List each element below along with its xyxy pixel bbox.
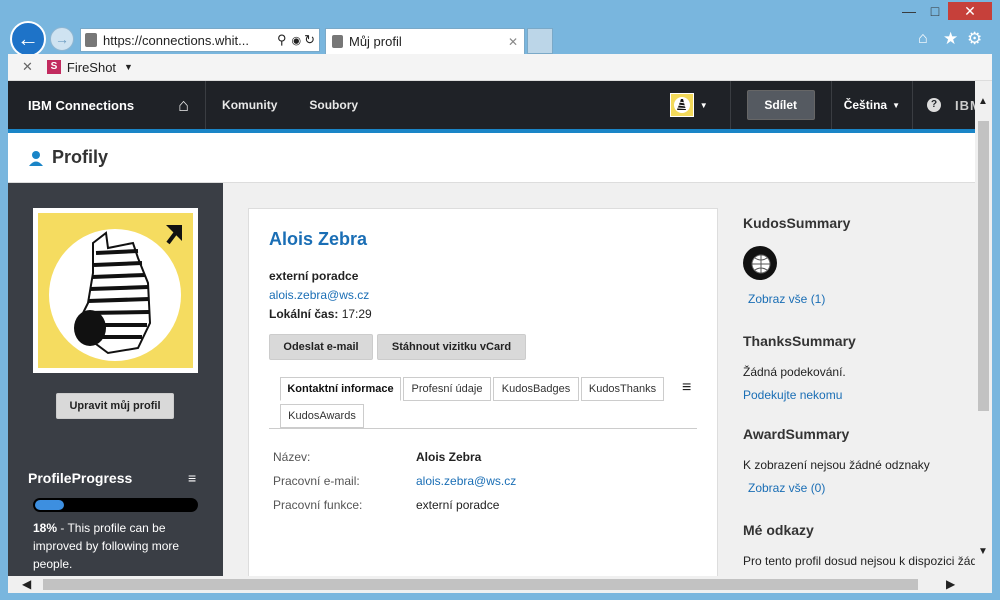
search-icon[interactable]: ⚲ bbox=[277, 32, 287, 48]
kudos-summary-title: KudosSummary bbox=[743, 215, 851, 231]
home-icon[interactable]: ⌂ bbox=[918, 30, 928, 48]
maximize-button[interactable]: □ bbox=[921, 2, 949, 20]
local-time-value: 17:29 bbox=[341, 307, 372, 321]
forward-arrow-icon: → bbox=[55, 31, 69, 47]
tab-title: Můj profil bbox=[349, 34, 402, 49]
tab-kudos-thanks[interactable]: KudosThanks bbox=[581, 377, 664, 401]
thanks-link[interactable]: Podekujte nekomu bbox=[743, 388, 842, 402]
page-header: Profily bbox=[8, 133, 975, 183]
brand[interactable]: IBM Connections bbox=[28, 98, 134, 113]
page-icon bbox=[332, 35, 343, 48]
minimize-button[interactable]: — bbox=[895, 2, 923, 20]
close-toolbar-icon[interactable]: ✕ bbox=[22, 59, 33, 75]
new-tab-button[interactable] bbox=[527, 28, 553, 54]
thanks-summary-title: ThanksSummary bbox=[743, 333, 856, 349]
local-time-label: Lokální čas: bbox=[269, 307, 339, 321]
close-window-button[interactable]: ✕ bbox=[948, 2, 992, 20]
chevron-down-icon[interactable]: ▼ bbox=[124, 62, 133, 72]
field-value-name: Alois Zebra bbox=[416, 450, 482, 464]
tab-contact-info[interactable]: Kontaktní informace bbox=[280, 377, 401, 401]
favorites-star-icon[interactable]: ★ bbox=[943, 29, 958, 49]
my-links-text: Pro tento profil dosud nejsou k dispozic… bbox=[743, 554, 975, 568]
home-nav-icon[interactable]: ⌂ bbox=[162, 81, 207, 129]
url-text[interactable]: https://connections.whit... bbox=[103, 33, 275, 48]
field-value-email[interactable]: alois.zebra@ws.cz bbox=[416, 474, 516, 488]
nav-communities[interactable]: Komunity bbox=[206, 81, 293, 129]
progress-bar-fill bbox=[35, 500, 64, 510]
progress-percent: 18% bbox=[33, 521, 58, 535]
profile-role: externí poradce bbox=[269, 269, 359, 283]
browser-window: — □ ✕ ← → https://connections.whit... ⚲ … bbox=[0, 0, 1000, 600]
profile-card: Alois Zebra externí poradce alois.zebra@… bbox=[248, 208, 718, 576]
tabs-divider bbox=[269, 428, 697, 429]
thanks-text: Žádná podekování. bbox=[743, 365, 846, 379]
menu-icon[interactable]: ≡ bbox=[188, 470, 196, 486]
person-icon bbox=[29, 150, 43, 166]
scroll-up-icon[interactable]: ▲ bbox=[978, 96, 988, 107]
zebra-icon bbox=[673, 97, 690, 113]
tab-professional[interactable]: Profesní údaje bbox=[403, 377, 491, 401]
fireshot-label[interactable]: FireShot bbox=[67, 60, 116, 75]
zebra-photo-icon bbox=[49, 225, 182, 361]
back-arrow-icon: ← bbox=[17, 26, 39, 51]
left-sidebar: Upravit můj profil ProfileProgress ≡ 18%… bbox=[8, 183, 223, 576]
share-button[interactable]: Sdílet bbox=[746, 90, 815, 120]
settings-gear-icon[interactable]: ⚙ bbox=[967, 29, 982, 49]
scroll-left-icon[interactable]: ◀ bbox=[22, 577, 31, 591]
scroll-right-icon[interactable]: ▶ bbox=[946, 577, 955, 591]
progress-description: 18% - This profile can be improved by fo… bbox=[33, 519, 203, 573]
local-time: Lokální čas: 17:29 bbox=[269, 307, 372, 321]
my-links-title: Mé odkazy bbox=[743, 522, 814, 538]
language-selector[interactable]: Čeština bbox=[844, 98, 887, 112]
field-value-job: externí poradce bbox=[416, 498, 500, 512]
refresh-icon[interactable]: ↻ bbox=[304, 32, 315, 48]
globe-icon bbox=[751, 254, 771, 274]
command-bar: ✕ S FireShot ▼ bbox=[8, 54, 992, 81]
vertical-scrollbar[interactable]: ▲ ▼ bbox=[975, 81, 992, 576]
profile-photo bbox=[33, 208, 198, 373]
tab-current[interactable]: Můj profil ✕ bbox=[325, 28, 525, 54]
chevron-down-icon[interactable]: ▼ bbox=[892, 101, 900, 110]
horizontal-scrollbar[interactable]: ◀ ▶ bbox=[8, 576, 992, 593]
lock-icon: ◉ bbox=[291, 34, 302, 47]
progress-bar bbox=[33, 498, 198, 512]
field-label-name: Název: bbox=[273, 450, 311, 464]
award-text: K zobrazení nejsou žádné odznaky bbox=[743, 458, 930, 472]
send-email-button[interactable]: Odeslat e-mail bbox=[269, 334, 373, 360]
scroll-down-icon[interactable]: ▼ bbox=[978, 546, 988, 557]
award-summary-title: AwardSummary bbox=[743, 426, 850, 442]
download-vcard-button[interactable]: Stáhnout vizitku vCard bbox=[377, 334, 526, 360]
help-icon[interactable]: ? bbox=[927, 98, 941, 112]
close-tab-icon[interactable]: ✕ bbox=[508, 35, 518, 49]
kudos-badge-icon[interactable] bbox=[743, 246, 777, 280]
progress-title: ProfileProgress bbox=[28, 470, 133, 486]
page-icon bbox=[85, 33, 97, 47]
tabs-menu-icon[interactable]: ≡ bbox=[682, 379, 691, 397]
user-avatar-small[interactable] bbox=[669, 93, 694, 117]
field-label-email: Pracovní e-mail: bbox=[273, 474, 360, 488]
profile-name: Alois Zebra bbox=[269, 229, 368, 249]
field-label-job: Pracovní funkce: bbox=[273, 498, 363, 512]
chevron-down-icon[interactable]: ▼ bbox=[700, 101, 708, 110]
kudos-view-all-link[interactable]: Zobraz vše (1) bbox=[748, 292, 825, 306]
back-button[interactable]: ← bbox=[10, 21, 46, 57]
award-view-all-link[interactable]: Zobraz vše (0) bbox=[748, 481, 825, 495]
tab-kudos-badges[interactable]: KudosBadges bbox=[493, 377, 579, 401]
horizontal-scroll-thumb[interactable] bbox=[43, 579, 918, 590]
right-sidebar: KudosSummary Zobraz vše (1) ThanksSummar… bbox=[743, 208, 975, 576]
top-navigation: IBM Connections ⌂ Komunity Soubory ▼ Sdí… bbox=[8, 81, 975, 129]
vertical-scroll-thumb[interactable] bbox=[978, 121, 989, 411]
address-bar[interactable]: https://connections.whit... ⚲ ◉ ↻ bbox=[80, 28, 320, 52]
forward-button[interactable]: → bbox=[50, 27, 74, 51]
page-content: IBM Connections ⌂ Komunity Soubory ▼ Sdí… bbox=[8, 81, 975, 576]
ibm-logo: IBM bbox=[955, 97, 975, 113]
nav-files[interactable]: Soubory bbox=[293, 81, 374, 129]
fireshot-icon: S bbox=[46, 60, 61, 74]
edit-profile-button[interactable]: Upravit můj profil bbox=[56, 393, 174, 419]
tab-kudos-awards[interactable]: KudosAwards bbox=[280, 404, 364, 428]
profile-email-link[interactable]: alois.zebra@ws.cz bbox=[269, 288, 369, 302]
page-title: Profily bbox=[52, 147, 109, 167]
